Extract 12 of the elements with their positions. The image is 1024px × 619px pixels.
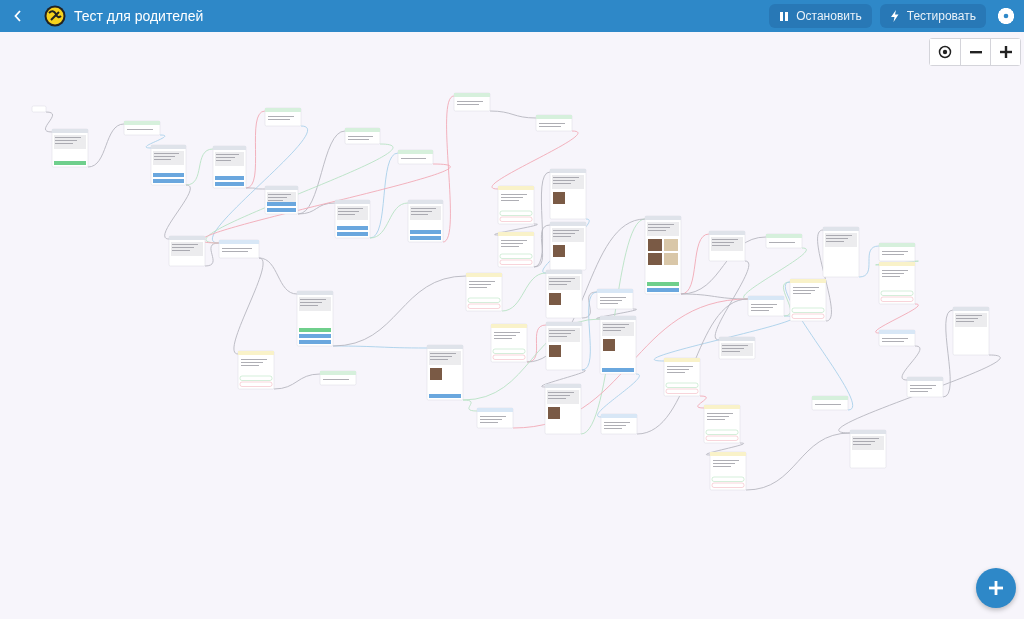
toolbar-button[interactable]: Остановить <box>769 4 872 28</box>
toolbar-button[interactable]: Тестировать <box>879 4 986 28</box>
logo-icon <box>44 5 66 27</box>
add-button[interactable] <box>976 568 1016 608</box>
chevron-left-icon <box>14 10 22 22</box>
lightning-icon <box>889 10 900 22</box>
plus-icon <box>999 46 1012 58</box>
page-title: Тест для родителей <box>74 8 204 24</box>
zoom-button[interactable] <box>990 39 1020 65</box>
target-icon <box>938 45 952 59</box>
plus-icon <box>989 581 1003 595</box>
pause-icon <box>779 10 790 22</box>
